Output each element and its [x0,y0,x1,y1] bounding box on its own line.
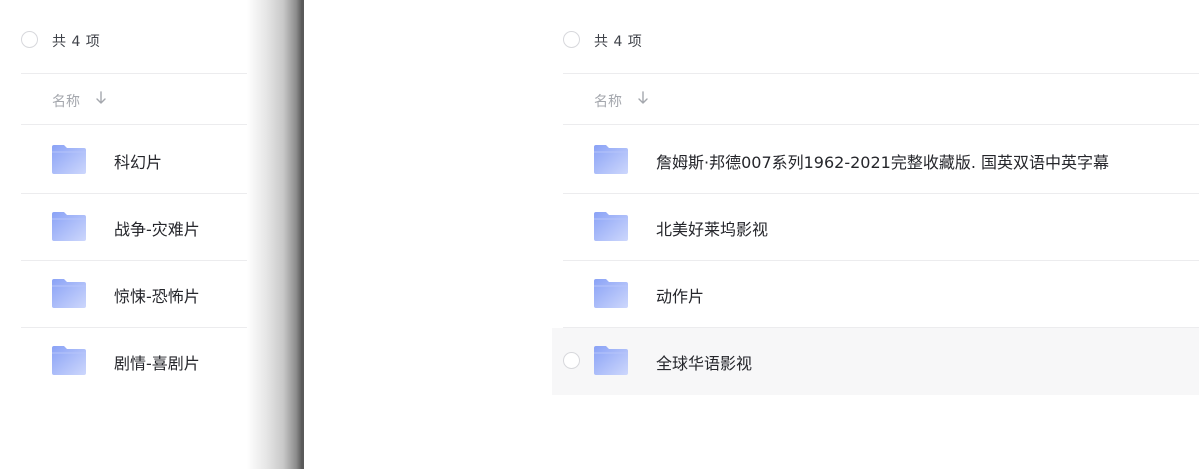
folder-icon [52,212,86,241]
folder-icon [594,145,628,174]
folder-name: 战争-灾难片 [114,220,200,239]
item-count: 共 4 项 [594,34,643,50]
folder-name: 剧情-喜剧片 [114,354,200,373]
divider [563,124,1199,125]
folder-icon [52,145,86,174]
item-count: 共 4 项 [52,34,101,50]
arrow-down-icon [96,91,106,104]
file-browser-stage: 共 4 项 名称 科幻片 战争-灾难片 惊悚-恐怖片 剧情-喜剧片 共 4 项 … [0,0,1199,469]
folder-name: 詹姆斯·邦德007系列1962-2021完整收藏版. 国英双语中英字幕 [656,153,1110,172]
divider [563,73,1199,74]
folder-name: 北美好莱坞影视 [656,220,769,239]
right-file-panel: 共 4 项 名称 詹姆斯·邦德007系列1962-2021完整收藏版. 国英双语… [304,0,1199,469]
list-item[interactable]: 詹姆斯·邦德007系列1962-2021完整收藏版. 国英双语中英字幕 [552,126,1199,193]
row-select-checkbox[interactable] [563,352,580,369]
folder-name: 惊悚-恐怖片 [114,287,200,306]
arrow-down-icon[interactable] [95,90,107,110]
list-item[interactable]: 动作片 [552,261,1199,328]
arrow-down-icon [638,91,648,104]
select-all-checkbox[interactable] [563,31,580,48]
select-all-checkbox[interactable] [21,31,38,48]
list-item[interactable]: 全球华语影视 [552,328,1199,395]
folder-name: 科幻片 [114,153,163,172]
folder-name: 全球华语影视 [656,354,753,373]
folder-name: 动作片 [656,287,705,306]
folder-icon [52,346,86,375]
panel-gutter [247,0,303,469]
folder-icon [594,279,628,308]
column-header-name[interactable]: 名称 [594,91,622,111]
list-item[interactable]: 北美好莱坞影视 [552,194,1199,261]
folder-icon [594,212,628,241]
folder-icon [594,346,628,375]
folder-icon [52,279,86,308]
arrow-down-icon[interactable] [637,90,649,110]
column-header-name[interactable]: 名称 [52,91,80,111]
